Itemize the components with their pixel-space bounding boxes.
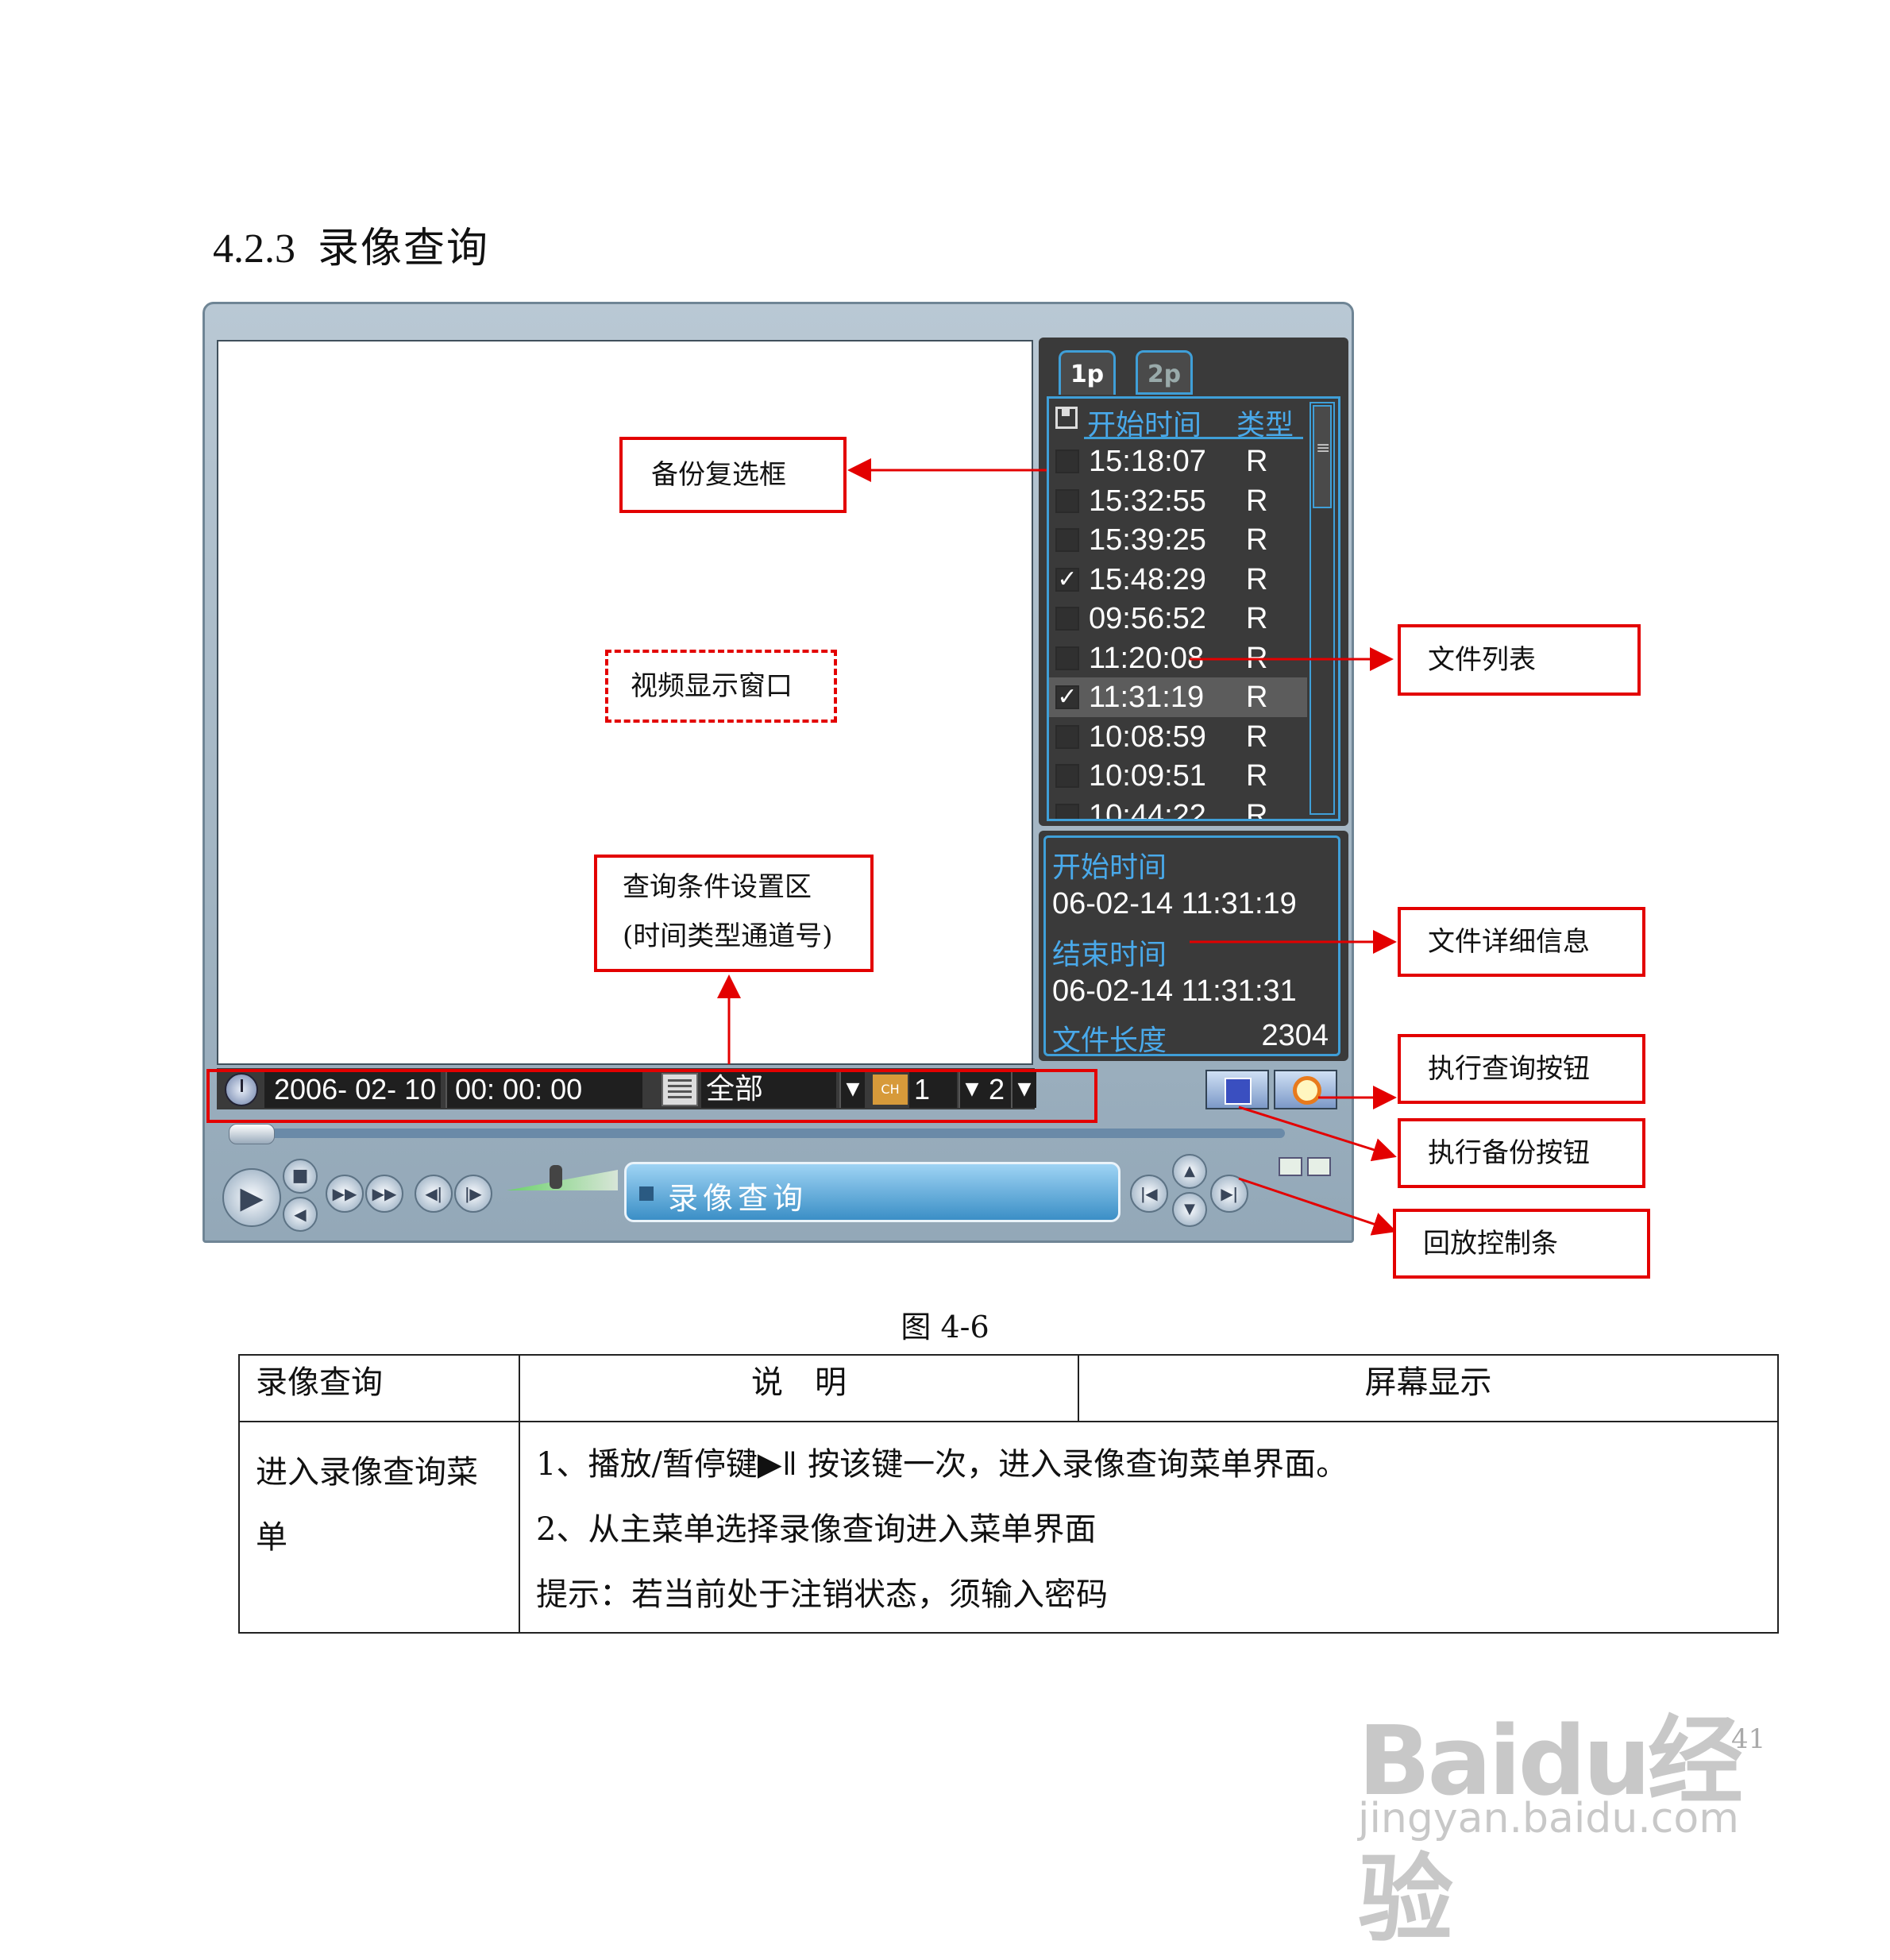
annotation-query-line2: (时间类型通道号): [623, 920, 833, 952]
info-table: 录像查询 说 明 屏幕显示 进入录像查询菜单 1、播放/暂停键▶ǁ 按该键一次，…: [238, 1354, 1779, 1634]
annotation-backup-checkbox: 备份复选框: [619, 437, 847, 513]
annotation-query-button: 执行查询按钮: [1398, 1034, 1645, 1104]
table-row-desc: 1、播放/暂停键▶ǁ 按该键一次，进入录像查询菜单界面。 2、从主菜单选择录像查…: [519, 1421, 1779, 1634]
annotation-query-line1: 查询条件设置区: [623, 871, 812, 903]
annotation-query-area: 查询条件设置区 (时间类型通道号): [594, 855, 874, 972]
table-row-label: 进入录像查询菜单: [238, 1421, 520, 1634]
table-header-display: 屏幕显示: [1078, 1354, 1779, 1422]
watermark-site: jingyan.baidu.com: [1358, 1795, 1739, 1842]
figure-caption: 图 4-6: [901, 1310, 989, 1345]
page-number: 41: [1731, 1723, 1766, 1755]
annotation-playback-bar: 回放控制条: [1393, 1209, 1650, 1279]
table-line-1: 1、播放/暂停键▶ǁ 按该键一次，进入录像查询菜单界面。: [536, 1446, 1348, 1483]
table-line-3: 提示：若当前处于注销状态，须输入密码: [536, 1576, 1108, 1613]
table-header-desc: 说 明: [519, 1354, 1079, 1422]
table-header-name: 录像查询: [238, 1354, 520, 1422]
annotation-file-list: 文件列表: [1398, 624, 1641, 696]
annotation-file-detail: 文件详细信息: [1398, 907, 1645, 977]
baidu-watermark: Baidu经验 jingyan.baidu.com: [1350, 1636, 1795, 1955]
annotation-video-window: 视频显示窗口: [605, 650, 837, 723]
table-line-2: 2、从主菜单选择录像查询进入菜单界面: [536, 1511, 1097, 1548]
annotation-backup-button: 执行备份按钮: [1398, 1118, 1645, 1188]
